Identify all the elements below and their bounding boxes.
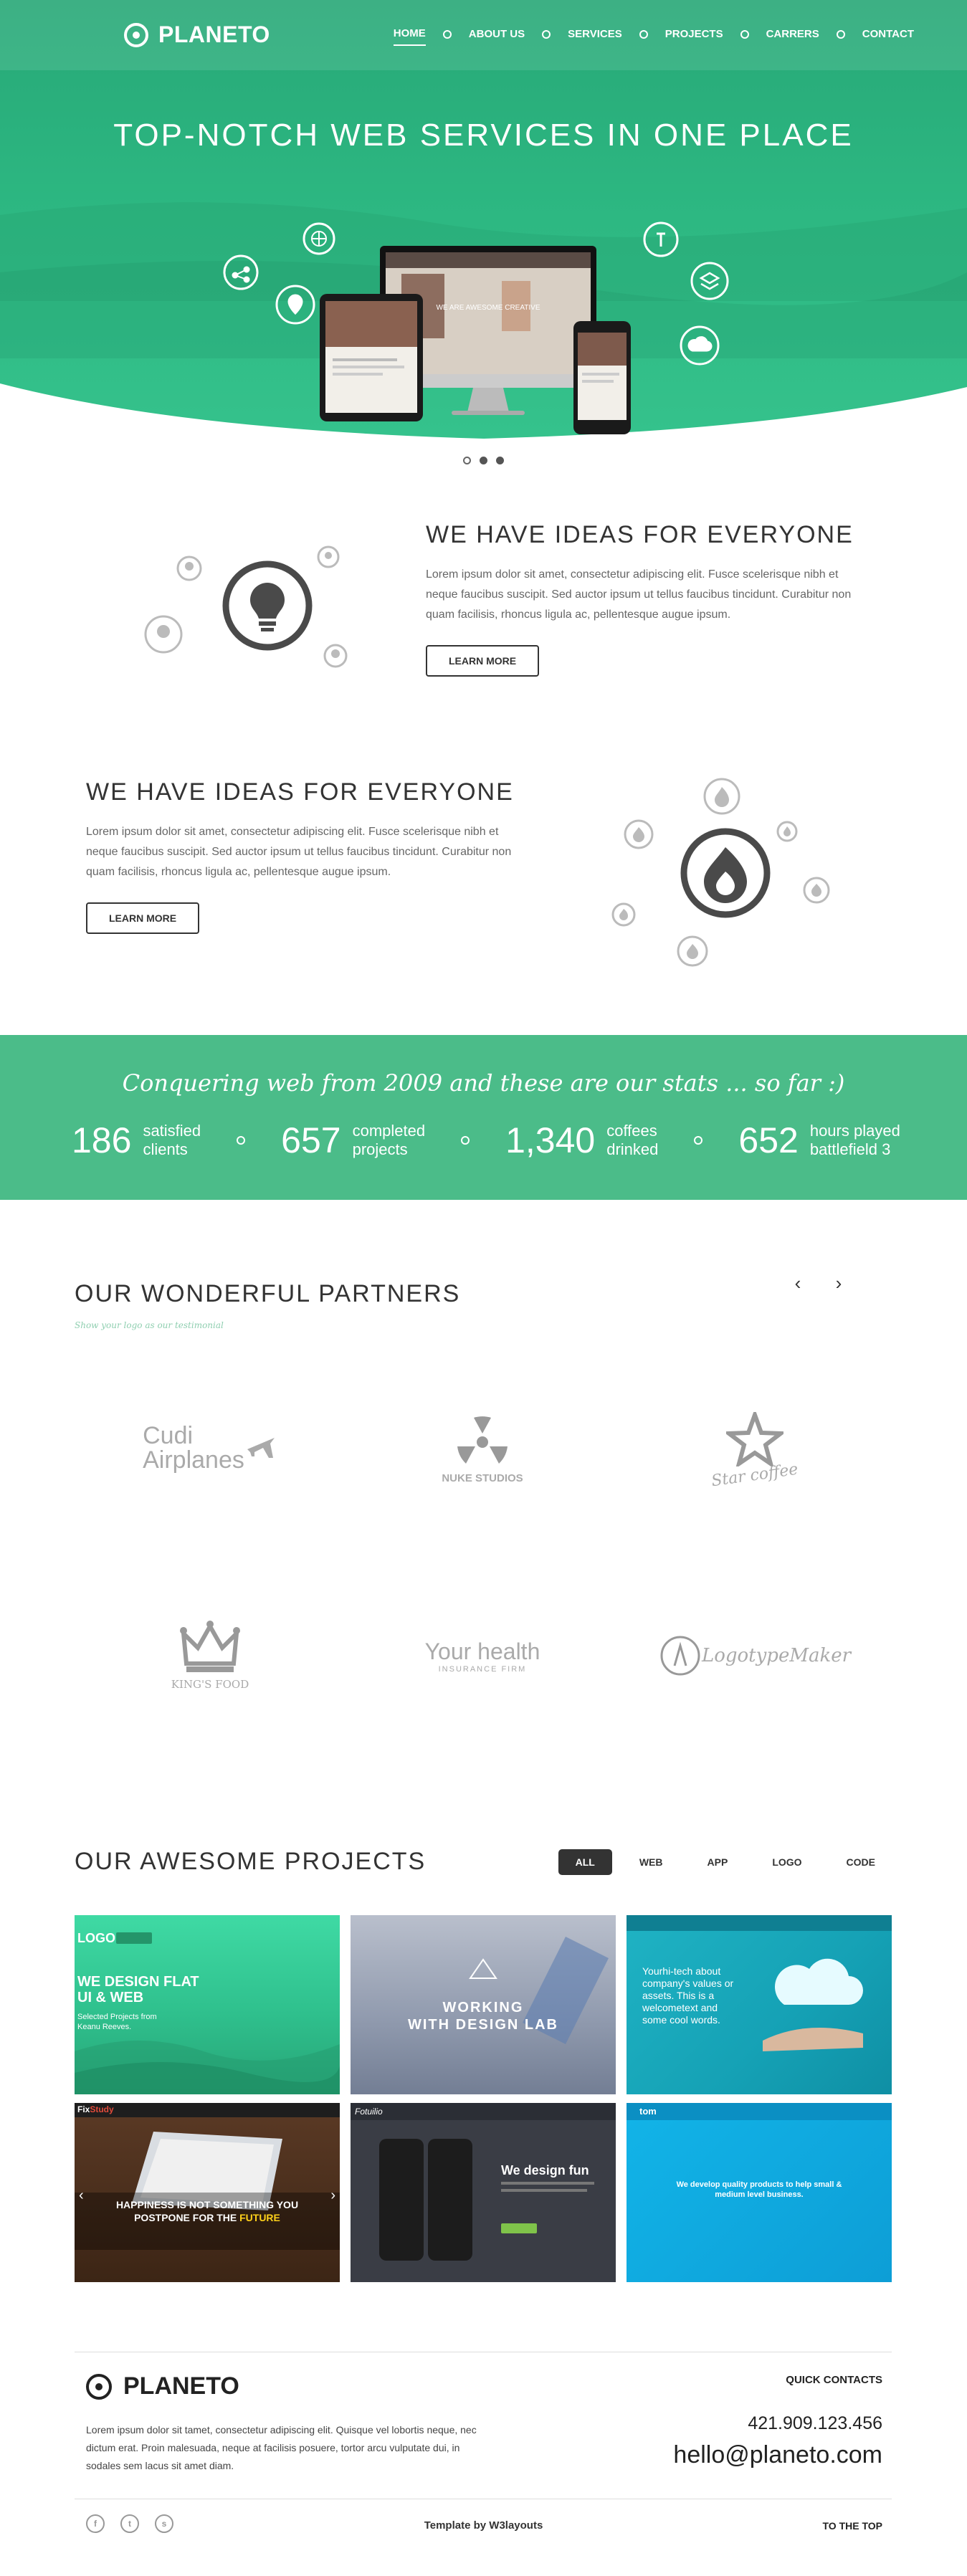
footer-description: Lorem ipsum dolor sit tamet, consectetur… xyxy=(86,2424,477,2471)
project-tile-design-lab[interactable]: WORKING WITH DESIGN LAB xyxy=(351,1915,616,2094)
project-tile-tom[interactable]: tom We develop quality products to help … xyxy=(627,2103,892,2282)
partners-next-arrow-icon[interactable]: › xyxy=(828,1273,849,1294)
stat-clients: 186 satisfied clients xyxy=(72,1120,201,1161)
stat-label: hours played battlefield 3 xyxy=(809,1122,900,1158)
filter-all[interactable]: ALL xyxy=(558,1849,612,1875)
project-filters: ALL WEB APP LOGO CODE xyxy=(558,1849,892,1875)
partner-logo-star-coffee[interactable]: Star coffee xyxy=(647,1390,862,1505)
cloud-hand-icon xyxy=(763,1958,863,2051)
feature-2-text: Lorem ipsum dolor sit amet, consectetur … xyxy=(86,826,512,878)
hero-slider-dots xyxy=(0,457,967,464)
filter-app[interactable]: APP xyxy=(690,1849,746,1875)
logotype-circle-icon xyxy=(660,1636,700,1676)
to-the-top-link[interactable]: TO THE TOP xyxy=(823,2520,883,2532)
tile-green-button xyxy=(501,2223,537,2233)
layers-icon xyxy=(690,262,729,300)
tile-navbar: Fotuilio xyxy=(351,2103,616,2120)
partners-subtitle: Show your logo as our testimonial xyxy=(75,1320,224,1330)
slider-dot-3[interactable] xyxy=(496,457,504,464)
project-tile-flat-ui[interactable]: LOGO WE DESIGN FLAT UI & WEB Selected Pr… xyxy=(75,1915,340,2094)
stat-number: 652 xyxy=(738,1120,799,1160)
partner-logo-cudi[interactable]: Cudi Airplanes xyxy=(103,1390,318,1505)
quick-contacts-heading: QUICK CONTACTS xyxy=(786,2374,882,2386)
filter-logo[interactable]: LOGO xyxy=(755,1849,819,1875)
logo-ring-icon xyxy=(86,2373,112,2400)
partners-title: OUR WONDERFUL PARTNERS xyxy=(75,1280,461,1307)
stat-projects: 657 completed projects xyxy=(281,1120,425,1161)
project-tile-hitech[interactable]: Yourhi-tech about company's values or asse… xyxy=(627,1915,892,2094)
project-tile-fixstudy[interactable]: FixStudy HAPPINESS IS NOT SOMETHING YOU … xyxy=(75,2103,340,2282)
lightbulb-icon xyxy=(222,560,313,651)
slider-dot-2[interactable] xyxy=(480,457,487,464)
feature-1-title: WE HAVE IDEAS FOR EVERYONE xyxy=(426,521,854,548)
tile-next-arrow-icon: › xyxy=(330,2188,335,2203)
stat-separator-icon xyxy=(237,1136,246,1145)
stat-label: satisfied clients xyxy=(143,1122,201,1158)
stat-number: 1,340 xyxy=(505,1120,596,1160)
stat-label: coffees drinked xyxy=(606,1122,659,1158)
stat-coffees: 1,340 coffees drinked xyxy=(505,1120,658,1161)
stat-hours: 652 hours played battlefield 3 xyxy=(738,1120,900,1161)
stat-separator-icon xyxy=(694,1136,703,1145)
partner-logo-logotypemaker[interactable]: LogotypeMaker xyxy=(647,1598,862,1713)
partner-logo-your-health[interactable]: Your health INSURANCE FIRM xyxy=(375,1598,590,1713)
cloud-icon xyxy=(680,325,720,366)
stat-number: 657 xyxy=(281,1120,341,1160)
tile-play-controls-icon xyxy=(116,1932,152,1944)
feature-1-text: Lorem ipsum dolor sit amet, consectetur … xyxy=(426,568,852,621)
stats-row: 186 satisfied clients 657 completed projec… xyxy=(72,1120,900,1161)
tile-navbar: FixStudy xyxy=(75,2103,340,2117)
footer-email[interactable]: hello@planeto.com xyxy=(673,2441,882,2469)
slider-dot-1[interactable] xyxy=(463,457,471,464)
stats-tagline: Conquering web from 2009 and these are o… xyxy=(122,1069,845,1097)
feature-1: WE HAVE IDEAS FOR EVERYONE Lorem ipsum d… xyxy=(426,521,870,677)
partners-prev-arrow-icon[interactable]: ‹ xyxy=(787,1273,809,1294)
radiation-icon xyxy=(457,1416,508,1464)
footer-phone[interactable]: 421.909.123.456 xyxy=(748,2413,882,2434)
projects-title: OUR AWESOME PROJECTS xyxy=(75,1848,427,1875)
globe-icon xyxy=(303,222,335,255)
feature-2-learn-more-button[interactable]: LEARN MORE xyxy=(86,902,200,934)
lightbulb-icon-cluster xyxy=(144,545,348,668)
projects-grid: LOGO WE DESIGN FLAT UI & WEB Selected Pr… xyxy=(75,1915,892,2282)
tile-prev-arrow-icon: ‹ xyxy=(79,2188,84,2203)
feature-2-title: WE HAVE IDEAS FOR EVERYONE xyxy=(86,778,514,806)
filter-code[interactable]: CODE xyxy=(829,1849,892,1875)
stat-label: completed projects xyxy=(352,1122,426,1158)
airplane-icon xyxy=(247,1438,275,1458)
stat-number: 186 xyxy=(72,1120,132,1160)
flame-icon-cluster xyxy=(611,778,830,967)
partner-logo-nuke-studios[interactable]: NUKE STUDIOS xyxy=(375,1390,590,1505)
hero-section: PLANETO HOME ABOUT US SERVICES PROJECTS … xyxy=(0,0,967,439)
tile-navbar xyxy=(627,1915,892,1931)
stat-separator-icon xyxy=(461,1136,470,1145)
filter-web[interactable]: WEB xyxy=(622,1849,680,1875)
flame-icon xyxy=(680,828,771,918)
project-tile-fotuilio[interactable]: Fotuilio We design fun xyxy=(351,2103,616,2282)
feature-1-learn-more-button[interactable]: LEARN MORE xyxy=(426,645,540,677)
tile-navbar: tom xyxy=(627,2103,892,2120)
info-icon xyxy=(643,221,679,257)
pin-icon xyxy=(275,285,315,325)
phone xyxy=(573,321,631,434)
crown-icon xyxy=(180,1621,240,1672)
phones-icon xyxy=(379,2139,472,2261)
share-icon xyxy=(223,254,259,290)
stats-banner: Conquering web from 2009 and these are o… xyxy=(0,1035,967,1200)
triangle-logo-icon xyxy=(469,1958,497,1979)
tablet xyxy=(320,294,423,421)
footer-logo[interactable]: PLANETO xyxy=(86,2372,239,2400)
svg-text:WE ARE AWESOME CREATIVE: WE ARE AWESOME CREATIVE xyxy=(436,304,540,312)
partner-logo-kings-food[interactable]: KING'S FOOD xyxy=(103,1598,318,1713)
star-icon xyxy=(726,1411,783,1466)
feature-2: WE HAVE IDEAS FOR EVERYONE Lorem ipsum d… xyxy=(86,778,516,934)
hero-devices-illustration: WE ARE AWESOME CREATIVE xyxy=(223,221,729,434)
footer-brand-name: PLANETO xyxy=(123,2372,239,2400)
